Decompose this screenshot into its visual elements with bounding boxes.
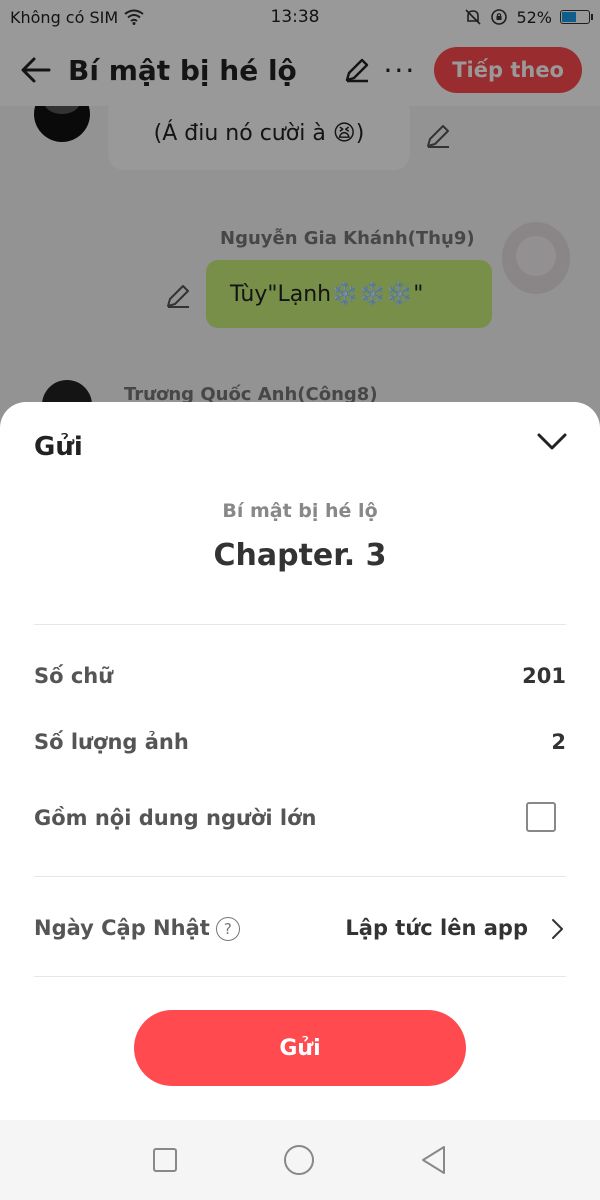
image-count-label: Số lượng ảnh (34, 730, 189, 754)
send-button[interactable]: Gửi (134, 1010, 466, 1086)
story-title: Bí mật bị hé lộ (222, 500, 378, 522)
sheet-title: Gửi (34, 432, 83, 462)
word-count-label: Số chữ (34, 664, 114, 688)
help-icon[interactable]: ? (215, 917, 240, 941)
chevron-right-icon[interactable] (548, 918, 566, 940)
chevron-down-icon[interactable] (536, 430, 568, 454)
navigation-bar (0, 1120, 600, 1200)
adult-content-label: Gồm nội dung người lớn (34, 806, 317, 830)
recent-apps-icon[interactable] (152, 1147, 178, 1173)
divider (34, 976, 566, 977)
update-date-text: Ngày Cập Nhật (34, 916, 210, 940)
divider (34, 624, 566, 625)
word-count-value: 201 (522, 664, 566, 688)
update-date-value[interactable]: Lập tức lên app (345, 916, 528, 940)
home-icon[interactable] (283, 1144, 315, 1176)
back-icon[interactable] (420, 1145, 448, 1175)
publish-sheet: Gửi Bí mật bị hé lộ Chapter. 3 Số chữ 20… (0, 402, 600, 1120)
image-count-value: 2 (551, 730, 566, 754)
adult-content-checkbox[interactable] (526, 802, 556, 832)
divider (34, 876, 566, 877)
chapter-title: Chapter. 3 (213, 538, 387, 573)
update-date-label: Ngày Cập Nhật? (34, 916, 240, 941)
